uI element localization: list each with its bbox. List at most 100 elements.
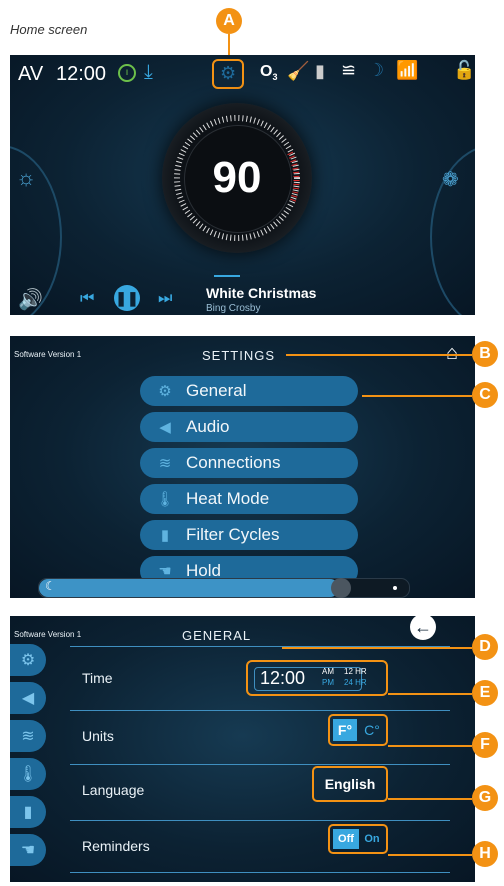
callout-f-line bbox=[388, 745, 472, 747]
volume-icon[interactable]: 🔊 bbox=[18, 287, 43, 312]
callout-e: E bbox=[472, 680, 498, 706]
track-artist: Bing Crosby bbox=[206, 303, 261, 314]
gear-icon: ⚙ bbox=[158, 383, 172, 400]
callout-h: H bbox=[472, 841, 498, 867]
callout-c-line bbox=[362, 395, 472, 397]
general-screen: Software Version 1 GENERAL ← ⚙ ◀ ≋ 🌡 ▮ ☚… bbox=[10, 616, 475, 882]
figure-caption: Home screen bbox=[10, 22, 88, 37]
thermometer-icon: 🌡 bbox=[155, 491, 175, 508]
reminders-label: Reminders bbox=[82, 838, 150, 854]
units-toggle[interactable]: F° C° bbox=[328, 714, 388, 746]
page-title: GENERAL bbox=[182, 628, 252, 643]
side-tab-general[interactable]: ⚙ bbox=[10, 644, 46, 676]
side-tab-heat-mode[interactable]: 🌡 bbox=[10, 758, 46, 790]
12hr-option[interactable]: 12 HR bbox=[344, 667, 367, 676]
side-tab-audio[interactable]: ◀ bbox=[10, 682, 46, 714]
reminders-off-option[interactable]: Off bbox=[333, 829, 359, 849]
callout-e-line bbox=[388, 693, 472, 695]
power-icon[interactable]: ı bbox=[118, 64, 136, 82]
clock[interactable]: 12:00 bbox=[56, 63, 106, 86]
pm-option[interactable]: PM bbox=[322, 678, 334, 687]
wifi-icon: ≋ bbox=[21, 728, 35, 745]
wifi-icon[interactable]: 📶 bbox=[396, 60, 418, 81]
lock-icon[interactable]: 🔓 bbox=[453, 60, 475, 81]
moon-icon: ☾ bbox=[45, 579, 56, 593]
time-value[interactable]: 12:00 bbox=[260, 668, 305, 689]
gauge-value: 90 bbox=[212, 153, 262, 202]
row-divider bbox=[70, 764, 450, 765]
pause-button[interactable]: ❚❚ bbox=[114, 285, 140, 311]
settings-gear-button[interactable]: ⚙ bbox=[212, 59, 244, 89]
heat-mode-icon[interactable]: ≌ bbox=[341, 60, 356, 81]
row-divider bbox=[70, 820, 450, 821]
menu-item-label: Audio bbox=[186, 417, 230, 436]
speaker-icon: ◀ bbox=[21, 690, 35, 707]
reminders-on-option[interactable]: On bbox=[360, 829, 384, 849]
language-button[interactable]: English bbox=[312, 766, 388, 802]
status-bar: AV 12:00 ı ⤓ ⚙ O3 🧹 ▮ ≌ ☽ 📶 🔓 bbox=[10, 55, 475, 93]
filter-icon: ▮ bbox=[160, 527, 170, 544]
callout-f: F bbox=[472, 732, 498, 758]
scroll-knob[interactable] bbox=[331, 578, 351, 598]
reminders-toggle[interactable]: Off On bbox=[328, 824, 388, 854]
celsius-option[interactable]: C° bbox=[360, 719, 384, 741]
language-value: English bbox=[324, 776, 376, 792]
light-icon[interactable]: ☼ bbox=[16, 165, 36, 191]
am-option[interactable]: AM bbox=[322, 667, 334, 676]
callout-b-line bbox=[286, 354, 472, 356]
gear-icon: ⚙ bbox=[220, 63, 237, 83]
scroll-track[interactable]: ☾ bbox=[38, 578, 410, 598]
side-tab-hold[interactable]: ☚ bbox=[10, 834, 46, 866]
filter-icon[interactable]: ▮ bbox=[315, 61, 325, 82]
software-version: Software Version 1 bbox=[14, 630, 82, 639]
previous-track-icon[interactable]: ⏮ bbox=[80, 290, 94, 308]
side-tab-filter-cycles[interactable]: ▮ bbox=[10, 796, 46, 828]
menu-item-filter-cycles[interactable]: ▮ Filter Cycles bbox=[140, 520, 358, 550]
fahrenheit-option[interactable]: F° bbox=[333, 719, 357, 741]
ozone-icon[interactable]: O3 bbox=[260, 63, 277, 82]
callout-b: B bbox=[472, 341, 498, 367]
av-label[interactable]: AV bbox=[18, 63, 43, 86]
media-divider bbox=[214, 275, 240, 277]
track-title: White Christmas bbox=[206, 285, 317, 301]
callout-a: A bbox=[216, 8, 242, 34]
download-icon[interactable]: ⤓ bbox=[144, 61, 153, 84]
filter-icon: ▮ bbox=[23, 804, 33, 821]
units-label: Units bbox=[82, 728, 114, 744]
time-label: Time bbox=[82, 670, 113, 686]
back-arrow-icon[interactable]: ← bbox=[410, 616, 436, 640]
next-track-icon[interactable]: ⏭ bbox=[158, 290, 172, 308]
software-version: Software Version 1 bbox=[14, 350, 82, 359]
speaker-icon: ◀ bbox=[159, 419, 171, 436]
scroll-fill bbox=[39, 579, 339, 597]
clean-icon[interactable]: 🧹 bbox=[287, 61, 309, 82]
menu-item-audio[interactable]: ◀ Audio bbox=[140, 412, 358, 442]
side-tab-connections[interactable]: ≋ bbox=[10, 720, 46, 752]
menu-item-label: General bbox=[186, 381, 247, 400]
callout-a-line bbox=[228, 34, 230, 56]
menu-item-heat-mode[interactable]: 🌡 Heat Mode bbox=[140, 484, 358, 514]
menu-item-label: Heat Mode bbox=[186, 489, 270, 508]
callout-g-line bbox=[388, 798, 472, 800]
gear-icon: ⚙ bbox=[20, 652, 36, 669]
row-divider bbox=[70, 872, 450, 873]
menu-item-connections[interactable]: ≋ Connections bbox=[140, 448, 358, 478]
callout-g: G bbox=[472, 785, 498, 811]
scroll-end-dot bbox=[393, 586, 397, 590]
jets-icon[interactable]: ❁ bbox=[442, 167, 459, 192]
time-setting-box[interactable]: 12:00 AM PM 12 HR 24 HR bbox=[246, 660, 388, 696]
settings-screen: Software Version 1 SETTINGS ⌂ ⚙ General … bbox=[10, 336, 475, 598]
menu-item-label: Filter Cycles bbox=[186, 525, 280, 544]
hand-icon: ☚ bbox=[20, 842, 36, 859]
menu-item-general[interactable]: ⚙ General bbox=[140, 376, 358, 406]
page-title: SETTINGS bbox=[202, 348, 276, 363]
row-divider bbox=[70, 710, 450, 711]
thermometer-icon: 🌡 bbox=[17, 766, 39, 783]
callout-c: C bbox=[472, 382, 498, 408]
menu-item-label: Connections bbox=[186, 453, 281, 472]
language-label: Language bbox=[82, 782, 145, 798]
temperature-gauge[interactable]: 90 bbox=[162, 103, 312, 253]
callout-d-line bbox=[282, 647, 472, 649]
sleep-icon[interactable]: ☽ bbox=[368, 60, 384, 81]
24hr-option[interactable]: 24 HR bbox=[344, 678, 367, 687]
